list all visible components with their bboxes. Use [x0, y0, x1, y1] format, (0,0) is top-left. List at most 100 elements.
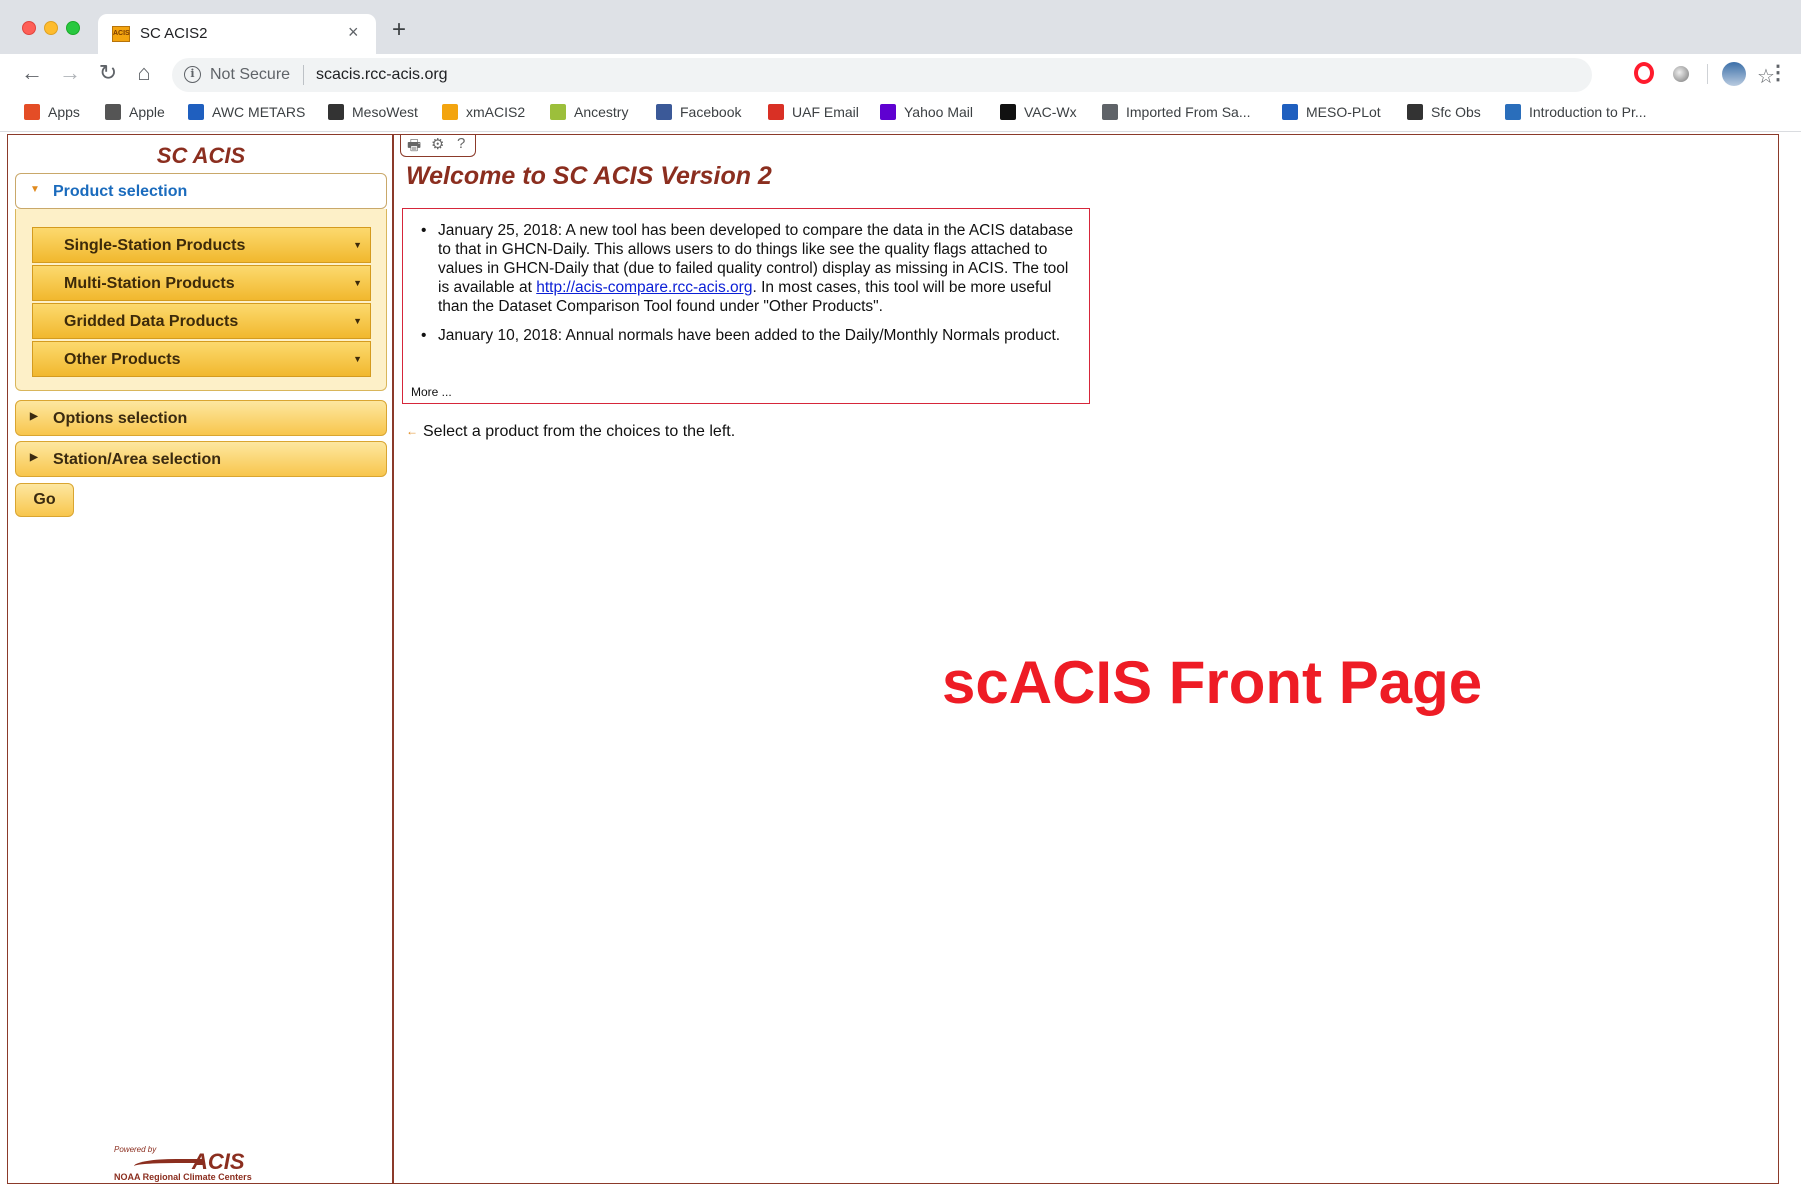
bookmark-label: Facebook [680, 104, 742, 120]
station-area-selection-label: Station/Area selection [53, 451, 222, 468]
triangle-down-icon: ▼ [30, 184, 40, 195]
extension-icon[interactable] [1673, 66, 1689, 82]
overlay-annotation-title: scACIS Front Page [942, 649, 1483, 716]
bookmark-item[interactable]: Apps [24, 104, 80, 120]
product-selection-label: Product selection [53, 183, 188, 200]
address-bar[interactable]: i Not Secure scacis.rcc-acis.org ☆ [172, 58, 1775, 92]
product-selection-panel: Single-Station Products ▼ Multi-Station … [15, 209, 387, 391]
bookmark-item[interactable]: Facebook [656, 104, 741, 120]
noaa-rcc-text: NOAA Regional Climate Centers [114, 1172, 252, 1182]
close-window-button[interactable] [22, 21, 36, 35]
toolbar-separator [1707, 64, 1708, 84]
multi-station-products-button[interactable]: Multi-Station Products ▼ [32, 265, 371, 301]
dropdown-arrow-icon: ▼ [353, 354, 362, 364]
multi-station-products-label: Multi-Station Products [64, 275, 235, 292]
page-frame: SC ACIS ▼ Product selection Single-Stati… [7, 134, 1779, 1184]
help-icon[interactable]: ? [457, 135, 465, 152]
vac-wx-icon [1000, 104, 1016, 120]
new-tab-button[interactable]: + [392, 16, 406, 44]
bookmark-item[interactable]: MesoWest [328, 104, 418, 120]
bookmark-item[interactable]: Imported From Sa... [1102, 104, 1250, 120]
bookmark-item[interactable]: Apple [105, 104, 165, 120]
page-tools: 🖶 ⚙ ? [400, 135, 476, 157]
go-button[interactable]: Go [15, 483, 74, 517]
bookmark-item[interactable]: xmACIS2 [442, 104, 525, 120]
bookmark-label: UAF Email [792, 104, 859, 120]
dropdown-arrow-icon: ▼ [353, 240, 362, 250]
gridded-data-products-label: Gridded Data Products [64, 313, 239, 330]
news-box: January 25, 2018: A new tool has been de… [402, 208, 1090, 404]
browser-menu-icon[interactable]: ⋮ [1768, 60, 1788, 85]
acis-compare-link[interactable]: http://acis-compare.rcc-acis.org [536, 279, 752, 296]
gmail-icon [768, 104, 784, 120]
bookmark-item[interactable]: VAC-Wx [1000, 104, 1077, 120]
home-button[interactable]: ⌂ [130, 60, 158, 86]
news-item-text: January 10, 2018: Annual normals have be… [438, 327, 1061, 344]
info-icon[interactable]: i [184, 66, 201, 83]
reload-button[interactable]: ↻ [94, 60, 122, 86]
product-selection-header[interactable]: ▼ Product selection [15, 173, 387, 209]
news-item: January 10, 2018: Annual normals have be… [417, 326, 1077, 345]
single-station-products-button[interactable]: Single-Station Products ▼ [32, 227, 371, 263]
yahoo-icon [880, 104, 896, 120]
news-item: January 25, 2018: A new tool has been de… [417, 221, 1077, 316]
print-icon[interactable]: 🖶 [407, 135, 421, 160]
opera-extension-icon[interactable] [1634, 62, 1654, 84]
dropdown-arrow-icon: ▼ [353, 316, 362, 326]
minimize-window-button[interactable] [44, 21, 58, 35]
noaa-icon [188, 104, 204, 120]
bookmark-item[interactable]: AWC METARS [188, 104, 305, 120]
bookmark-label: Sfc Obs [1431, 104, 1481, 120]
single-station-products-label: Single-Station Products [64, 237, 246, 254]
triangle-right-icon: ▶ [30, 411, 38, 422]
bookmark-label: Introduction to Pr... [1529, 104, 1647, 120]
more-news-link[interactable]: More ... [411, 385, 452, 399]
ancestry-leaf-icon [550, 104, 566, 120]
sidebar: SC ACIS ▼ Product selection Single-Stati… [8, 135, 394, 1183]
bookmark-label: Ancestry [574, 104, 629, 120]
browser-toolbar: ← → ↻ ⌂ i Not Secure scacis.rcc-acis.org… [0, 54, 1801, 96]
bird-icon [1407, 104, 1423, 120]
left-arrow-icon: ← [406, 424, 418, 438]
globe-icon [328, 104, 344, 120]
bookmark-item[interactable]: Yahoo Mail [880, 104, 973, 120]
bookmark-label: AWC METARS [212, 104, 306, 120]
security-label[interactable]: Not Secure [210, 66, 290, 84]
folder-icon [1102, 104, 1118, 120]
bookmark-item[interactable]: MESO-PLot [1282, 104, 1381, 120]
back-button[interactable]: ← [18, 60, 46, 86]
tab-close-icon[interactable]: × [348, 22, 359, 43]
options-selection-label: Options selection [53, 410, 188, 427]
acis-icon [442, 104, 458, 120]
url-text[interactable]: scacis.rcc-acis.org [316, 66, 448, 84]
station-area-selection-header[interactable]: ▶ Station/Area selection [15, 441, 387, 477]
page-title: Welcome to SC ACIS Version 2 [406, 162, 772, 190]
options-selection-header[interactable]: ▶ Options selection [15, 400, 387, 436]
bookmark-item[interactable]: Ancestry [550, 104, 628, 120]
bookmark-item[interactable]: Introduction to Pr... [1505, 104, 1647, 120]
bookmark-label: MesoWest [352, 104, 418, 120]
tab-sc-acis2[interactable]: ACIS SC ACIS2 × [98, 14, 376, 54]
triangle-right-icon: ▶ [30, 452, 38, 463]
zoom-window-button[interactable] [66, 21, 80, 35]
bookmark-item[interactable]: UAF Email [768, 104, 859, 120]
hint-text: Select a product from the choices to the… [423, 423, 736, 440]
forward-button[interactable]: → [56, 60, 84, 86]
bookmark-item[interactable]: Sfc Obs [1407, 104, 1481, 120]
facebook-icon [656, 104, 672, 120]
bookmark-label: Apple [129, 104, 165, 120]
powered-by-text: Powered by [114, 1145, 157, 1154]
site-title: SC ACIS [156, 143, 246, 168]
bookmark-label: MESO-PLot [1306, 104, 1381, 120]
powered-by-acis-logo: Powered by ACIS NOAA Regional Climate Ce… [114, 1145, 274, 1183]
gridded-data-products-button[interactable]: Gridded Data Products ▼ [32, 303, 371, 339]
r-logo-icon [1505, 104, 1521, 120]
settings-gear-icon[interactable]: ⚙ [431, 135, 444, 153]
select-product-hint: ← Select a product from the choices to th… [406, 423, 735, 441]
bookmark-label: VAC-Wx [1024, 104, 1077, 120]
profile-avatar-icon[interactable] [1722, 62, 1746, 86]
other-products-button[interactable]: Other Products ▼ [32, 341, 371, 377]
bookmark-label: Apps [48, 104, 80, 120]
bookmark-label: xmACIS2 [466, 104, 526, 120]
url-separator [303, 65, 304, 85]
